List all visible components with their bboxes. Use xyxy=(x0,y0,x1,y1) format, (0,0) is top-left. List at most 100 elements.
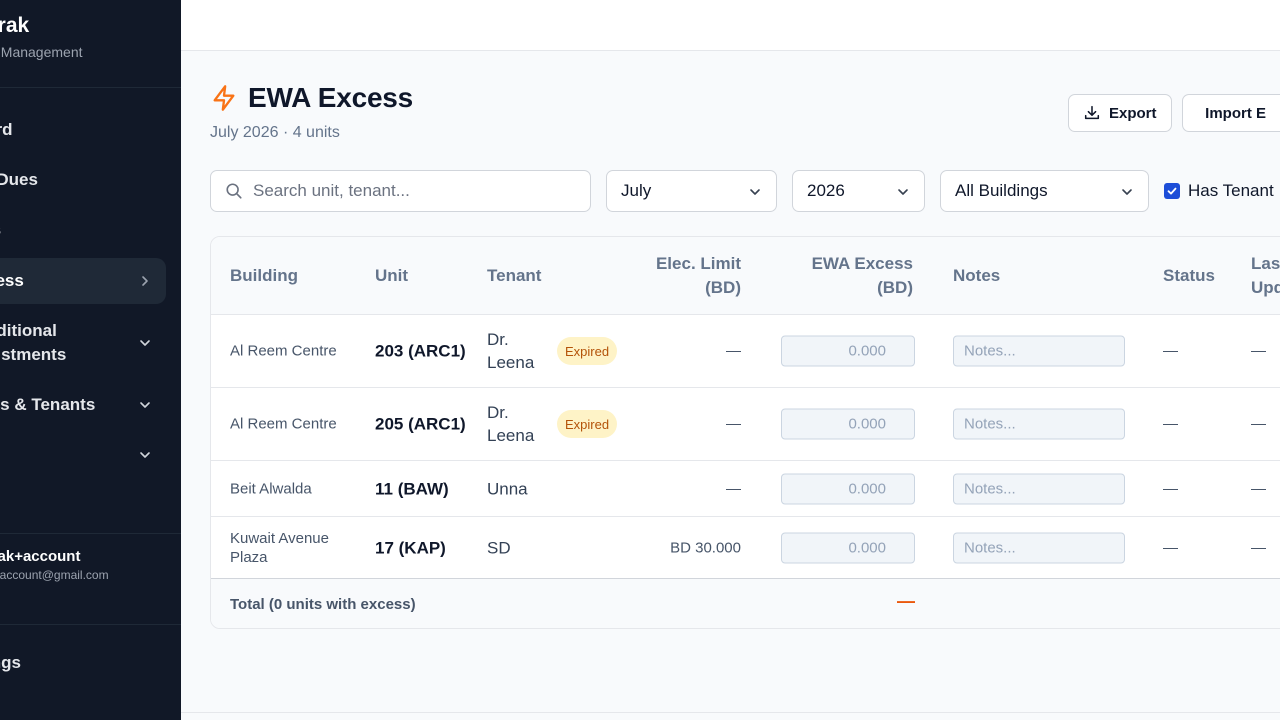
export-button[interactable]: Export xyxy=(1068,94,1172,132)
sidebar-item-additional-adjustments[interactable]: dditional justments xyxy=(0,315,166,371)
brand-subtitle: ty Management xyxy=(0,44,83,60)
sidebar-item-settings[interactable]: ings xyxy=(0,640,166,686)
column-header-line: EWA Excess xyxy=(811,254,913,273)
cell-unit: 205 (ARC1) xyxy=(375,414,466,434)
total-value: — xyxy=(897,591,915,611)
column-header-line: Upd xyxy=(1251,278,1280,297)
year-select[interactable]: 2026 xyxy=(792,170,925,212)
export-button-label: Export xyxy=(1109,104,1157,122)
status-badge: Expired xyxy=(557,410,618,438)
user-name: mlak+account xyxy=(0,548,81,565)
sidebar-item-ewa-excess[interactable]: cess xyxy=(0,258,166,304)
sidebar-item-label: t Dues xyxy=(0,170,38,189)
chevron-down-icon xyxy=(140,452,150,458)
cell-status: — xyxy=(1163,480,1178,497)
month-select[interactable]: July xyxy=(606,170,777,212)
cell-tenant: Dr. Leena xyxy=(487,330,535,372)
notes-input[interactable]: Notes... xyxy=(953,335,1125,367)
brand-name: Trak xyxy=(0,14,30,37)
column-header-building[interactable]: Building xyxy=(230,264,298,288)
ewa-excess-input[interactable]: 0.000 xyxy=(781,473,915,504)
column-header-line: (BD) xyxy=(877,278,913,297)
building-select-value: All Buildings xyxy=(955,181,1048,200)
sidebar-item-label: ard xyxy=(0,120,13,139)
import-button[interactable]: Import E xyxy=(1182,94,1280,132)
check-icon xyxy=(1167,187,1177,195)
chevron-down-icon xyxy=(140,340,150,346)
cell-building: Kuwait Avenue Plaza xyxy=(230,529,329,566)
column-header-line: Elec. Limit xyxy=(655,254,741,273)
cell-last-updated: — xyxy=(1251,415,1266,433)
sidebar-item-reports[interactable]: s xyxy=(0,432,166,478)
search-icon xyxy=(226,183,242,199)
sidebar-item-dashboard[interactable]: ard xyxy=(0,107,166,153)
ewa-excess-table: Building Unit Tenant Elec. Limit (BD) EW… xyxy=(210,236,1280,629)
cell-unit: 17 (KAP) xyxy=(375,538,446,557)
has-tenant-filter[interactable]: Has Tenant xyxy=(1164,170,1274,212)
page-title: EWA Excess xyxy=(210,82,413,114)
cell-tenant: Dr. Leena xyxy=(487,403,535,445)
column-header-tenant[interactable]: Tenant xyxy=(487,264,541,288)
column-header-last-updated[interactable]: Last Upd xyxy=(1251,252,1280,300)
brand[interactable]: Trak ty Management xyxy=(0,10,181,88)
cell-tenant: SD xyxy=(487,538,511,557)
cell-last-updated: — xyxy=(1251,480,1266,497)
column-header-line: Last xyxy=(1251,254,1280,273)
cell-elec-limit: — xyxy=(726,480,741,497)
column-header-notes[interactable]: Notes xyxy=(953,264,1000,288)
page-subtitle: July 2026 · 4 units xyxy=(210,124,340,141)
user-email: ak+account@gmail.com xyxy=(0,568,109,582)
search-input[interactable] xyxy=(253,181,573,201)
total-label: Total (0 units with excess) xyxy=(230,596,416,613)
sidebar-item-logout[interactable]: t xyxy=(0,688,166,720)
download-icon xyxy=(1084,105,1100,120)
ewa-excess-input[interactable]: 0.000 xyxy=(781,335,915,367)
table-row[interactable]: Al Reem Centre 203 (ARC1) Dr. Leena Expi… xyxy=(211,315,1280,388)
cell-unit: 11 (BAW) xyxy=(375,479,449,498)
ewa-excess-input[interactable]: 0.000 xyxy=(781,532,915,563)
column-header-ewa-excess[interactable]: EWA Excess (BD) xyxy=(812,252,913,300)
notes-input[interactable]: Notes... xyxy=(953,473,1125,504)
cell-status: — xyxy=(1163,539,1178,556)
cell-elec-limit: — xyxy=(726,415,741,433)
cell-last-updated: — xyxy=(1251,539,1266,556)
column-header-unit[interactable]: Unit xyxy=(375,264,408,288)
notes-input[interactable]: Notes... xyxy=(953,532,1125,563)
table-footer: Total (0 units with excess) — xyxy=(211,579,1280,628)
table-row[interactable]: Al Reem Centre 205 (ARC1) Dr. Leena Expi… xyxy=(211,388,1280,461)
column-header-elec-limit[interactable]: Elec. Limit (BD) xyxy=(656,252,741,300)
sidebar-item-label: dditional justments xyxy=(0,321,67,364)
chevron-right-icon xyxy=(142,276,148,286)
month-select-value: July xyxy=(621,181,652,200)
building-select[interactable]: All Buildings xyxy=(940,170,1149,212)
sidebar-item-rent-dues[interactable]: t Dues xyxy=(0,157,166,203)
chevron-down-icon xyxy=(140,402,150,408)
import-button-label: Import E xyxy=(1205,104,1266,122)
sidebar-item-payments[interactable]: ts xyxy=(0,207,166,253)
has-tenant-label: Has Tenant xyxy=(1188,181,1274,200)
table-row[interactable]: Beit Alwalda 11 (BAW) Unna — 0.000 Notes… xyxy=(211,461,1280,517)
year-select-value: 2026 xyxy=(807,181,845,200)
has-tenant-checkbox[interactable] xyxy=(1164,183,1180,199)
sidebar-item-label: ies & Tenants xyxy=(0,395,96,414)
cell-building: Al Reem Centre xyxy=(230,342,337,360)
table-header: Building Unit Tenant Elec. Limit (BD) EW… xyxy=(211,237,1280,315)
cell-tenant: Unna xyxy=(487,479,528,498)
chevron-down-icon xyxy=(898,189,908,195)
chevron-down-icon xyxy=(750,189,760,195)
column-header-line: (BD) xyxy=(705,278,741,297)
sidebar-divider xyxy=(0,624,181,625)
cell-elec-limit: — xyxy=(726,342,741,360)
cell-last-updated: — xyxy=(1251,342,1266,360)
notes-input[interactable]: Notes... xyxy=(953,408,1125,440)
cell-elec-limit: BD 30.000 xyxy=(670,539,741,556)
cell-status: — xyxy=(1163,342,1178,360)
column-header-status[interactable]: Status xyxy=(1163,264,1215,288)
cell-building: Beit Alwalda xyxy=(230,480,312,497)
sidebar-item-properties-tenants[interactable]: ies & Tenants xyxy=(0,382,166,428)
table-row[interactable]: Kuwait Avenue Plaza 17 (KAP) SD BD 30.00… xyxy=(211,517,1280,579)
top-bar xyxy=(181,0,1280,51)
cell-building: Al Reem Centre xyxy=(230,415,337,433)
search-field[interactable] xyxy=(210,170,591,212)
ewa-excess-input[interactable]: 0.000 xyxy=(781,408,915,440)
